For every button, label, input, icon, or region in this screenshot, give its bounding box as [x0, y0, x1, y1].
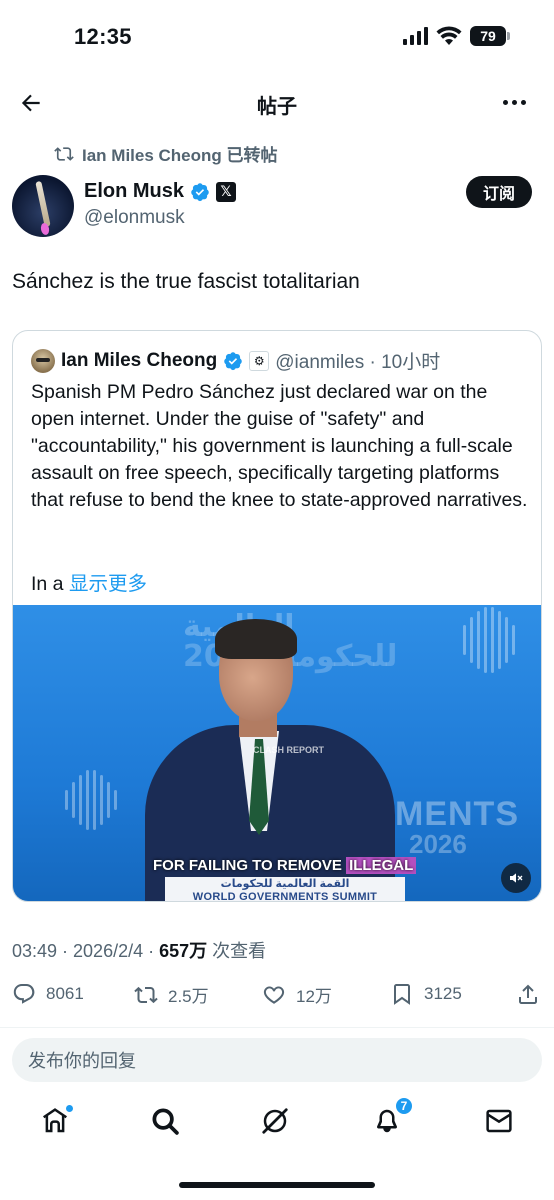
podium: القمة العالمية للحكومات WORLD GOVERNMENT…	[165, 877, 405, 902]
more-options-icon[interactable]	[503, 100, 526, 105]
video-watermark: CLASH REPORT	[253, 745, 325, 755]
share-icon	[519, 984, 537, 1004]
video-caption: FOR FAILING TO REMOVE ILLEGAL	[153, 857, 417, 874]
nav-messages[interactable]	[484, 1106, 516, 1138]
podium-label: WORLD GOVERNMENTS SUMMIT	[192, 891, 378, 902]
views-label: 次查看	[207, 941, 267, 961]
quote-avatar[interactable]	[31, 348, 55, 373]
video-player[interactable]: العالمية للحكومات 202 MENTS 2026 CLASH R…	[13, 605, 541, 902]
bookmark-button[interactable]: 3125	[390, 982, 462, 1006]
subscribe-button[interactable]: 订阅	[466, 176, 532, 208]
repost-text: Ian Miles Cheong 已转帖	[82, 146, 278, 165]
nav-search[interactable]	[150, 1106, 182, 1138]
header: 帖子	[0, 80, 554, 128]
author-handle[interactable]: @elonmusk	[84, 207, 185, 229]
nav-grok[interactable]	[260, 1106, 292, 1138]
reply-icon	[13, 984, 35, 1004]
stage-graphic	[463, 605, 515, 675]
heart-icon	[263, 985, 285, 1004]
like-button[interactable]: 12万	[262, 982, 332, 1007]
like-count: 12万	[296, 987, 332, 1006]
quote-author-name: Ian Miles Cheong	[61, 349, 218, 371]
bookmark-count: 3125	[424, 984, 462, 1003]
post-timestamp: 03:49 · 2026/2/4 ·	[12, 941, 160, 961]
repost-button[interactable]: 2.5万	[134, 982, 209, 1007]
grok-icon	[262, 1108, 288, 1134]
quote-body-text: Spanish PM Pedro Sánchez just declared w…	[31, 381, 528, 511]
share-button[interactable]	[516, 982, 540, 1006]
stage-text-year: 2026	[409, 829, 467, 859]
wifi-icon	[436, 26, 462, 45]
notifications-badge: 7	[394, 1096, 414, 1116]
action-bar: 8061 2.5万 12万 3125	[0, 980, 554, 1014]
x-affiliation-icon[interactable]: 𝕏	[216, 181, 237, 202]
podium-arabic-text: القمة العالمية للحكومات	[220, 878, 350, 890]
author-name-row[interactable]: Elon Musk 𝕏	[84, 180, 237, 203]
tweet-text: Sánchez is the true fascist totalitarian	[12, 270, 360, 293]
repost-indicator[interactable]: Ian Miles Cheong 已转帖	[54, 141, 278, 166]
caption-highlight: ILLEGAL	[346, 857, 417, 874]
battery-icon: 79	[470, 26, 510, 46]
caption-text: FOR FAILING TO REMOVE	[153, 857, 347, 874]
home-indicator	[179, 1182, 375, 1188]
show-more-link[interactable]: 显示更多	[69, 573, 147, 595]
verified-badge-icon[interactable]	[190, 182, 210, 202]
status-time: 12:35	[74, 24, 132, 49]
bookmark-icon	[394, 984, 410, 1005]
reply-count: 8061	[46, 984, 84, 1003]
reply-button[interactable]: 8061	[12, 982, 84, 1006]
divider	[0, 1027, 554, 1028]
quote-truncated-text: In a	[31, 573, 69, 595]
stage-graphic	[65, 770, 117, 830]
affiliation-badge-icon: ⚙	[249, 350, 270, 371]
repost-icon	[54, 146, 74, 161]
quote-handle-time: @ianmiles · 10小时	[275, 352, 441, 373]
author-name: Elon Musk	[84, 180, 185, 202]
repost-icon	[134, 986, 158, 1003]
cellular-signal-icon	[403, 27, 428, 45]
page-title: 帖子	[257, 96, 297, 118]
repost-count: 2.5万	[168, 987, 209, 1006]
home-unread-dot	[65, 1104, 74, 1113]
nav-notifications[interactable]: 7	[372, 1096, 414, 1138]
search-icon	[152, 1108, 179, 1135]
muted-speaker-icon	[510, 873, 523, 883]
nav-home[interactable]	[40, 1104, 74, 1138]
mute-button[interactable]	[501, 863, 531, 893]
bottom-navigation: 7	[0, 1096, 554, 1150]
quote-header: Ian Miles Cheong ⚙ @ianmiles · 10小时	[31, 347, 440, 374]
view-count[interactable]: 657万	[159, 941, 207, 961]
speaker-hair	[215, 619, 297, 659]
quote-more-row: In a 显示更多	[31, 567, 147, 596]
quoted-post-card[interactable]: Ian Miles Cheong ⚙ @ianmiles · 10小时 Span…	[12, 330, 542, 902]
status-bar: 12:35 79	[0, 0, 554, 76]
status-icons: 79	[403, 26, 510, 46]
reply-input[interactable]: 发布你的回复	[12, 1038, 542, 1082]
author-avatar[interactable]	[12, 175, 74, 237]
post-meta: 03:49 · 2026/2/4 · 657万 次查看	[12, 937, 266, 963]
verified-badge-icon	[224, 351, 242, 370]
mail-icon	[486, 1109, 512, 1133]
